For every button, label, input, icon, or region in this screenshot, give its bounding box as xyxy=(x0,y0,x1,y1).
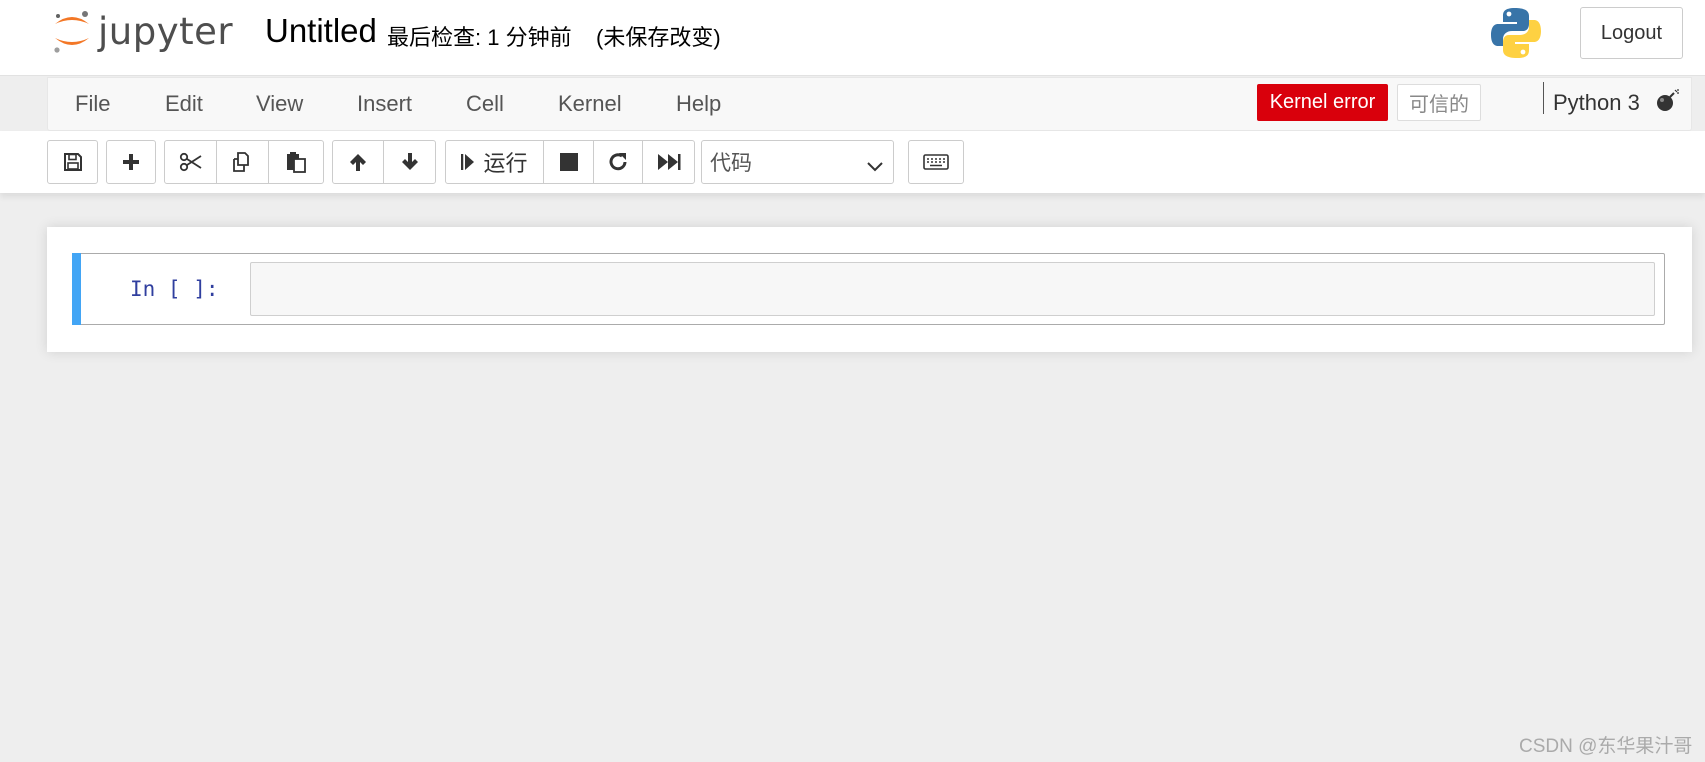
menu-cell[interactable]: Cell xyxy=(466,91,504,117)
run-label: 运行 xyxy=(483,151,528,176)
arrow-up-icon xyxy=(348,152,368,172)
keyboard-icon xyxy=(923,154,949,170)
header: jupyter Untitled 最后检查: 1 分钟前 (未保存改变) Log… xyxy=(0,0,1705,76)
command-palette-button[interactable] xyxy=(908,140,964,184)
fast-forward-icon xyxy=(657,153,681,171)
bomb-icon xyxy=(1655,88,1681,119)
save-button[interactable] xyxy=(47,140,98,184)
notebook-title[interactable]: Untitled xyxy=(265,12,377,50)
notebook-container: In [ ]: xyxy=(47,227,1692,352)
paste-button[interactable] xyxy=(268,140,324,184)
kernel-name: Python 3 xyxy=(1553,90,1640,115)
python-logo-icon xyxy=(1490,6,1542,65)
interrupt-kernel-button[interactable] xyxy=(543,140,594,184)
run-button[interactable]: 运行 xyxy=(445,140,544,184)
selected-cell-indicator xyxy=(72,253,81,325)
watermark: CSDN @东华果汁哥 xyxy=(1519,736,1693,757)
menu-help[interactable]: Help xyxy=(676,91,721,117)
copy-button[interactable] xyxy=(216,140,269,184)
insert-cell-button[interactable] xyxy=(106,140,156,184)
move-down-button[interactable] xyxy=(383,140,436,184)
kernel-error-badge[interactable]: Kernel error xyxy=(1257,84,1388,121)
step-forward-icon xyxy=(461,153,475,171)
jupyter-wordmark: jupyter xyxy=(98,10,234,53)
copy-icon xyxy=(232,151,254,173)
jupyter-logo-icon xyxy=(52,8,92,59)
paste-icon xyxy=(285,151,307,173)
restart-icon xyxy=(607,151,629,173)
jupyter-logo[interactable]: jupyter xyxy=(52,8,233,59)
chevron-down-icon xyxy=(867,155,883,179)
scissors-icon xyxy=(179,152,203,172)
restart-run-all-button[interactable] xyxy=(642,140,695,184)
logout-button[interactable]: Logout xyxy=(1580,7,1683,59)
menu-kernel[interactable]: Kernel xyxy=(558,91,622,117)
autosave-status: (未保存改变) xyxy=(596,25,721,50)
trusted-indicator[interactable]: 可信的 xyxy=(1397,84,1481,121)
menu-view[interactable]: View xyxy=(256,91,303,117)
cell-type-value: 代码 xyxy=(710,152,752,175)
save-icon xyxy=(63,152,83,172)
menubar: File Edit View Insert Cell Kernel Help K… xyxy=(47,77,1692,131)
arrow-down-icon xyxy=(400,152,420,172)
cut-button[interactable] xyxy=(164,140,217,184)
input-prompt: In [ ]: xyxy=(130,277,219,301)
restart-kernel-button[interactable] xyxy=(593,140,643,184)
code-cell[interactable]: In [ ]: xyxy=(72,253,1665,325)
plus-icon xyxy=(121,152,141,172)
menu-edit[interactable]: Edit xyxy=(165,91,203,117)
menu-insert[interactable]: Insert xyxy=(357,91,412,117)
cell-type-select[interactable]: 代码 xyxy=(701,140,894,184)
toolbar: 运行 代码 xyxy=(0,131,1705,193)
move-up-button[interactable] xyxy=(332,140,384,184)
menu-file[interactable]: File xyxy=(75,91,110,117)
checkpoint-status: 最后检查: 1 分钟前 xyxy=(387,25,572,50)
code-input-area[interactable] xyxy=(250,262,1655,316)
stop-icon xyxy=(559,153,578,171)
kernel-separator xyxy=(1543,82,1544,114)
